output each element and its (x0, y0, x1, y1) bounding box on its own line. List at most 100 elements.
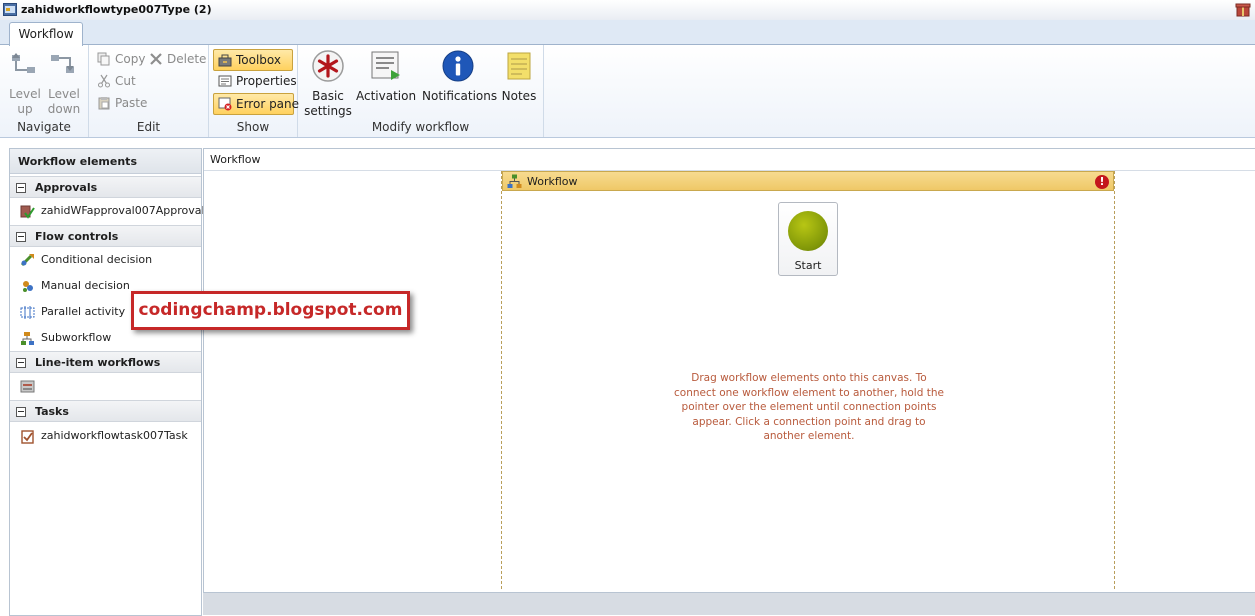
show-caption: Show (236, 120, 270, 134)
basic-settings-button[interactable]: Basic settings (302, 49, 354, 119)
information-icon (442, 50, 474, 82)
canvas-hint-text: Drag workflow elements onto this canvas.… (674, 372, 944, 442)
ribbon: Level up Level down Navigate Copy Delete… (0, 44, 1255, 138)
navigate-caption: Navigate (17, 120, 71, 134)
section-approvals[interactable]: Approvals (10, 176, 201, 198)
delete-label: Delete (167, 52, 207, 66)
group-modify-workflow: Basic settings Activation Notifications (298, 45, 544, 137)
notes-label: Notes (501, 89, 537, 103)
collapse-icon[interactable] (16, 407, 26, 417)
paste-icon (98, 97, 110, 110)
modify-workflow-caption: Modify workflow (371, 120, 470, 134)
element-label: zahidWFapproval007Approval (41, 204, 205, 217)
window-title: zahidworkflowtype007Type (2) (21, 3, 212, 16)
properties-label: Properties (236, 74, 297, 88)
collapse-icon[interactable] (16, 358, 26, 368)
cut-icon (98, 74, 110, 88)
paste-button[interactable]: Paste (93, 93, 151, 113)
delete-icon (150, 53, 162, 65)
element-approval[interactable]: zahidWFapproval007Approval (10, 199, 205, 223)
element-label: Conditional decision (41, 253, 153, 266)
toolbox-label: Toolbox (236, 53, 281, 67)
element-task[interactable]: zahidworkflowtask007Task (10, 424, 201, 448)
section-label: Flow controls (35, 230, 119, 243)
element-label: Subworkflow (41, 331, 112, 344)
element-label: Manual decision (41, 279, 130, 292)
properties-icon (218, 75, 232, 87)
notifications-label: Notifications (422, 89, 498, 103)
level-down-icon (51, 55, 74, 73)
workflow-icon (507, 174, 522, 188)
activation-button[interactable]: Activation (356, 49, 416, 104)
basic-settings-label-2: settings (304, 104, 352, 118)
delete-button[interactable]: Delete (145, 49, 210, 69)
cut-label: Cut (115, 74, 136, 88)
breadcrumb[interactable]: Workflow (210, 153, 261, 166)
approval-icon (20, 205, 35, 219)
workflow-title: Workflow (527, 175, 578, 188)
workflow-header: Workflow ! (502, 171, 1114, 191)
title-bar: zahidworkflowtype007Type (2) (0, 0, 1255, 21)
level-down-label-1: Level (48, 87, 80, 101)
edit-caption: Edit (136, 120, 161, 134)
level-up-icon (12, 53, 35, 73)
group-navigate: Level up Level down Navigate (0, 45, 89, 137)
cut-button[interactable]: Cut (93, 71, 140, 91)
section-tasks[interactable]: Tasks (10, 400, 201, 422)
level-up-label-2: up (17, 102, 33, 116)
basic-settings-icon (312, 50, 344, 82)
section-line-item-workflows[interactable]: Line-item workflows (10, 351, 201, 373)
start-node[interactable]: Start (778, 202, 838, 276)
line-item-icon (20, 380, 35, 393)
activation-label: Activation (356, 89, 417, 103)
section-flow-controls[interactable]: Flow controls (10, 225, 201, 247)
error-pane-label: Error pane (236, 97, 300, 111)
notifications-button[interactable]: Notifications (422, 49, 498, 104)
workflow-elements-panel: Workflow elements Approvals zahidWFappro… (9, 148, 205, 616)
collapse-icon[interactable] (16, 183, 26, 193)
workflow-canvas-area: Workflow Workflow ! Start Drag workflow … (203, 148, 1255, 593)
section-label: Line-item workflows (35, 356, 161, 369)
subworkflow-icon (21, 332, 34, 345)
basic-settings-label-1: Basic (312, 89, 344, 103)
paste-label: Paste (115, 96, 148, 110)
group-edit: Copy Delete Cut Paste Edit (89, 45, 209, 137)
start-label: Start (794, 259, 822, 272)
level-up-label-1: Level (9, 87, 41, 101)
error-indicator-icon[interactable]: ! (1095, 175, 1109, 189)
group-show: Toolbox Properties Error pane Show (209, 45, 301, 137)
ribbon-tab-strip (0, 20, 1255, 44)
element-conditional-decision[interactable]: Conditional decision (10, 248, 201, 272)
error-pane-toggle[interactable]: Error pane (213, 93, 299, 115)
collapse-icon[interactable] (16, 232, 26, 242)
gift-icon[interactable] (1235, 1, 1251, 17)
notes-icon (507, 52, 531, 80)
section-label: Approvals (35, 181, 98, 194)
toolbox-toggle[interactable]: Toolbox (213, 49, 293, 71)
toolbox-icon (218, 54, 232, 67)
tab-workflow[interactable]: Workflow (9, 22, 83, 46)
element-label: Parallel activity (41, 305, 126, 318)
level-down-button[interactable]: Level down (44, 49, 84, 117)
error-pane-icon (218, 97, 232, 111)
element-label: zahidworkflowtask007Task (41, 429, 188, 442)
level-up-button[interactable]: Level up (6, 49, 44, 117)
conditional-decision-icon (20, 254, 34, 267)
watermark-label: codingchamp.blogspot.com (131, 291, 410, 330)
element-line-item[interactable] (10, 374, 201, 398)
copy-button[interactable]: Copy (93, 49, 149, 69)
parallel-activity-icon (20, 306, 35, 319)
manual-decision-icon (23, 281, 33, 292)
app-icon (3, 3, 17, 16)
status-bar (203, 592, 1255, 615)
start-circle-icon (788, 211, 828, 251)
copy-label: Copy (115, 52, 146, 66)
activation-icon (371, 51, 400, 80)
copy-icon (97, 52, 110, 66)
task-icon (21, 430, 34, 444)
level-down-label-2: down (47, 102, 81, 116)
notes-button[interactable]: Notes (498, 49, 540, 104)
section-label: Tasks (35, 405, 69, 418)
properties-button[interactable]: Properties (214, 71, 301, 91)
workflow-elements-header: Workflow elements (10, 149, 201, 174)
